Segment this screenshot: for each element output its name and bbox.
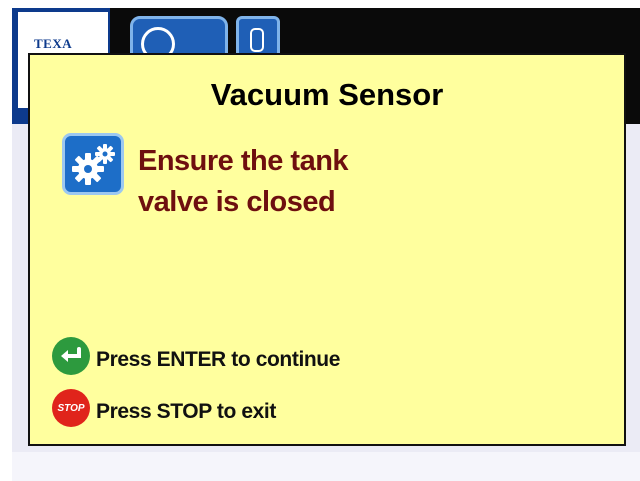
stop-icon[interactable]: STOP: [52, 389, 90, 427]
enter-hint[interactable]: Press ENTER to continue: [52, 337, 340, 375]
message-line-1: Ensure the tank: [138, 145, 349, 177]
bottom-strip: [12, 452, 640, 481]
gears-icon: [62, 133, 124, 195]
dialog-title: Vacuum Sensor: [210, 77, 444, 112]
brand-logo: TEXA: [34, 36, 73, 51]
dialog-message: Ensure the tank valve is closed: [138, 141, 558, 223]
vacuum-sensor-dialog: Vacuum Sensor Ensure the tank valve is c…: [28, 53, 626, 446]
stop-hint[interactable]: STOP Press STOP to exit: [52, 389, 276, 427]
enter-hint-text: Press ENTER to continue: [96, 348, 341, 371]
message-line-2: valve is closed: [138, 186, 336, 218]
stop-badge: STOP: [57, 402, 85, 414]
enter-return-icon[interactable]: [52, 337, 90, 375]
stop-hint-text: Press STOP to exit: [96, 400, 276, 423]
